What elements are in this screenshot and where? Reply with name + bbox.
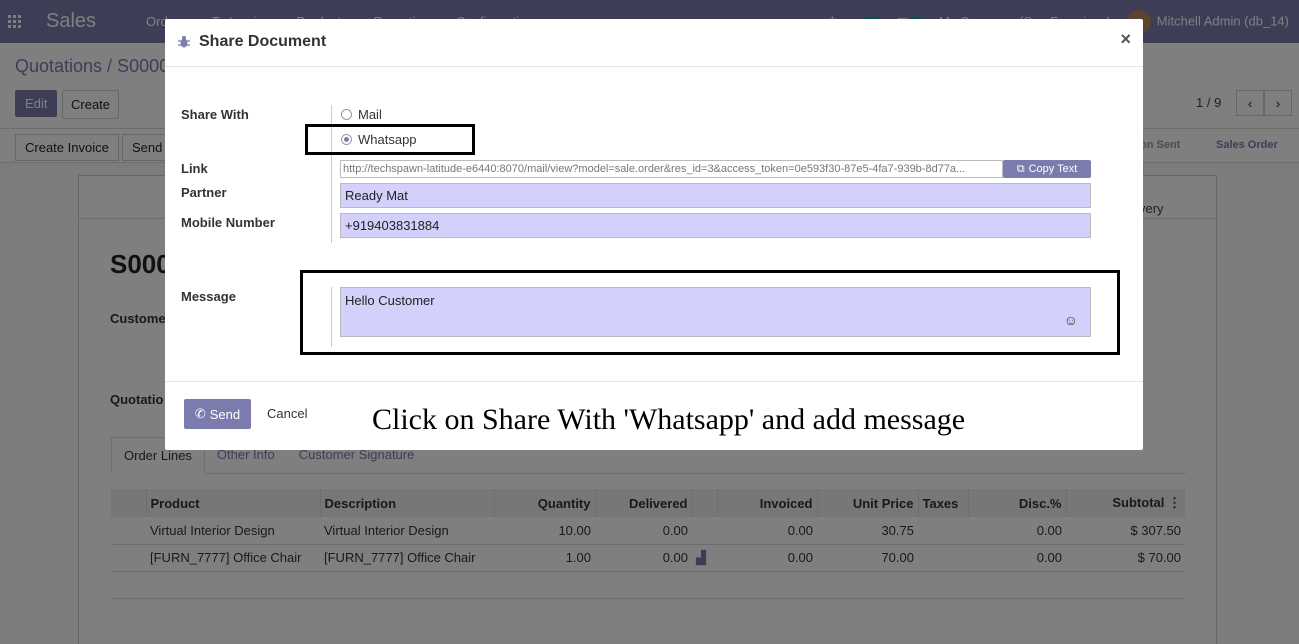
link-label: Link	[181, 161, 208, 176]
modal-footer: ✆ Send Cancel Click on Share With 'Whats…	[165, 381, 1143, 450]
mobile-number-field[interactable]: +919403831884	[340, 213, 1091, 238]
partner-field[interactable]: Ready Mat	[340, 183, 1091, 208]
radio-mail[interactable]: Mail	[341, 107, 382, 122]
highlight-box-message	[300, 270, 1120, 355]
cancel-button[interactable]: Cancel	[267, 406, 307, 421]
mobile-number-label: Mobile Number	[181, 215, 275, 230]
modal-title: Share Document	[199, 33, 327, 50]
radio-mail-button[interactable]	[341, 109, 352, 120]
share-document-dialog: Share Document × Share With Mail Whatsap…	[165, 19, 1143, 450]
link-field[interactable]: http://techspawn-latitude-e6440:8070/mai…	[340, 160, 1003, 178]
radio-mail-label: Mail	[358, 107, 382, 122]
copy-icon: ⧉	[1016, 162, 1025, 175]
highlight-box-whatsapp	[305, 124, 475, 155]
instruction-caption: Click on Share With 'Whatsapp' and add m…	[372, 403, 966, 436]
copy-text-button[interactable]: ⧉ Copy Text	[1003, 160, 1091, 178]
bug-icon	[178, 36, 190, 48]
partner-label: Partner	[181, 185, 227, 200]
send-button[interactable]: ✆ Send	[184, 399, 251, 429]
message-label: Message	[181, 289, 236, 304]
send-label: Send	[209, 406, 241, 422]
copy-text-label: Copy Text	[1028, 163, 1078, 175]
modal-header: Share Document ×	[165, 19, 1143, 67]
share-with-label: Share With	[181, 107, 249, 122]
close-icon[interactable]: ×	[1120, 29, 1131, 50]
whatsapp-icon: ✆	[194, 406, 206, 421]
